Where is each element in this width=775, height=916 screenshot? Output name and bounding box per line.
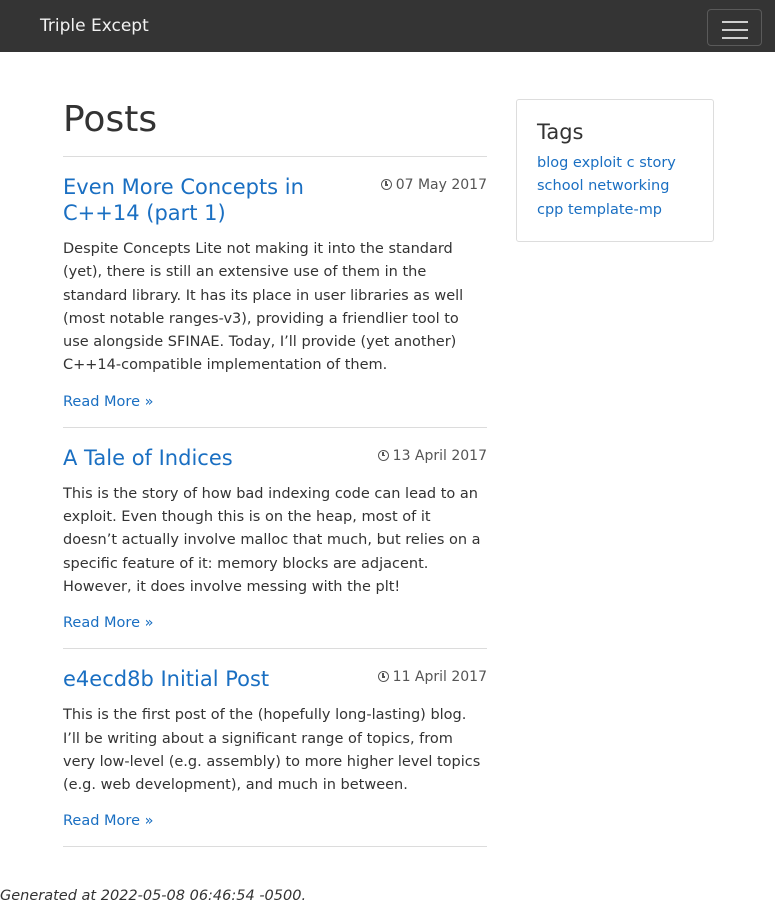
hamburger-menu-icon	[722, 21, 748, 45]
post-excerpt: This is the first post of the (hopefully…	[63, 707, 481, 794]
generated-footer: Generated at 2022-05-08 06:46:54 -0500.	[0, 888, 307, 904]
page-title: Posts	[63, 98, 487, 157]
tag-link-cpp[interactable]: cpp	[537, 202, 563, 218]
top-navbar: Triple Except	[0, 0, 775, 52]
post-excerpt: Despite Concepts Lite not making it into…	[63, 241, 464, 374]
post-item: A Tale of Indices 13 April 2017 This is …	[63, 428, 487, 650]
tags-heading: Tags	[537, 120, 584, 144]
clock-icon	[380, 179, 392, 190]
post-item: e4ecd8b Initial Post 11 April 2017 This …	[63, 649, 487, 848]
tag-link-networking[interactable]: networking	[588, 178, 669, 194]
post-title-link[interactable]: Even More Concepts in C++14 (part 1)	[63, 174, 363, 226]
posts-main: Posts Even More Concepts in C++14 (part …	[63, 98, 487, 848]
post-item: Even More Concepts in C++14 (part 1) 07 …	[63, 157, 487, 428]
tag-link-blog[interactable]: blog	[537, 155, 568, 171]
post-date-text: 11 April 2017	[392, 669, 487, 686]
tag-link-exploit[interactable]: exploit	[573, 155, 622, 171]
tags-sidebar: Tags blog exploit c story school network…	[516, 99, 714, 242]
post-header: Even More Concepts in C++14 (part 1) 07 …	[63, 174, 487, 226]
clock-icon	[377, 449, 389, 461]
read-more-link[interactable]: Read More »	[63, 614, 153, 632]
post-date: 07 May 2017	[380, 176, 487, 194]
post-header: A Tale of Indices 13 April 2017	[63, 445, 487, 471]
navbar-toggle-button[interactable]	[707, 9, 762, 46]
post-date-text: 07 May 2017	[395, 177, 487, 193]
post-title-link[interactable]: e4ecd8b Initial Post	[63, 666, 363, 692]
post-title-link[interactable]: A Tale of Indices	[63, 445, 363, 471]
site-brand-link[interactable]: Triple Except	[40, 15, 149, 37]
read-more-link[interactable]: Read More »	[63, 812, 153, 830]
post-date-text: 13 April 2017	[392, 447, 487, 464]
post-excerpt: This is the story of how bad indexing co…	[63, 485, 481, 595]
post-date: 13 April 2017	[377, 447, 487, 465]
tag-link-school[interactable]: school	[537, 178, 584, 194]
post-date: 11 April 2017	[377, 668, 487, 686]
tag-link-template-mp[interactable]: template-mp	[568, 202, 662, 218]
tag-link-story[interactable]: story	[639, 155, 676, 171]
post-header: e4ecd8b Initial Post 11 April 2017	[63, 666, 487, 692]
tag-list: blog exploit c story school networking c…	[537, 152, 693, 222]
tag-link-c[interactable]: c	[627, 155, 635, 171]
clock-icon	[377, 671, 389, 683]
read-more-link[interactable]: Read More »	[63, 393, 153, 411]
